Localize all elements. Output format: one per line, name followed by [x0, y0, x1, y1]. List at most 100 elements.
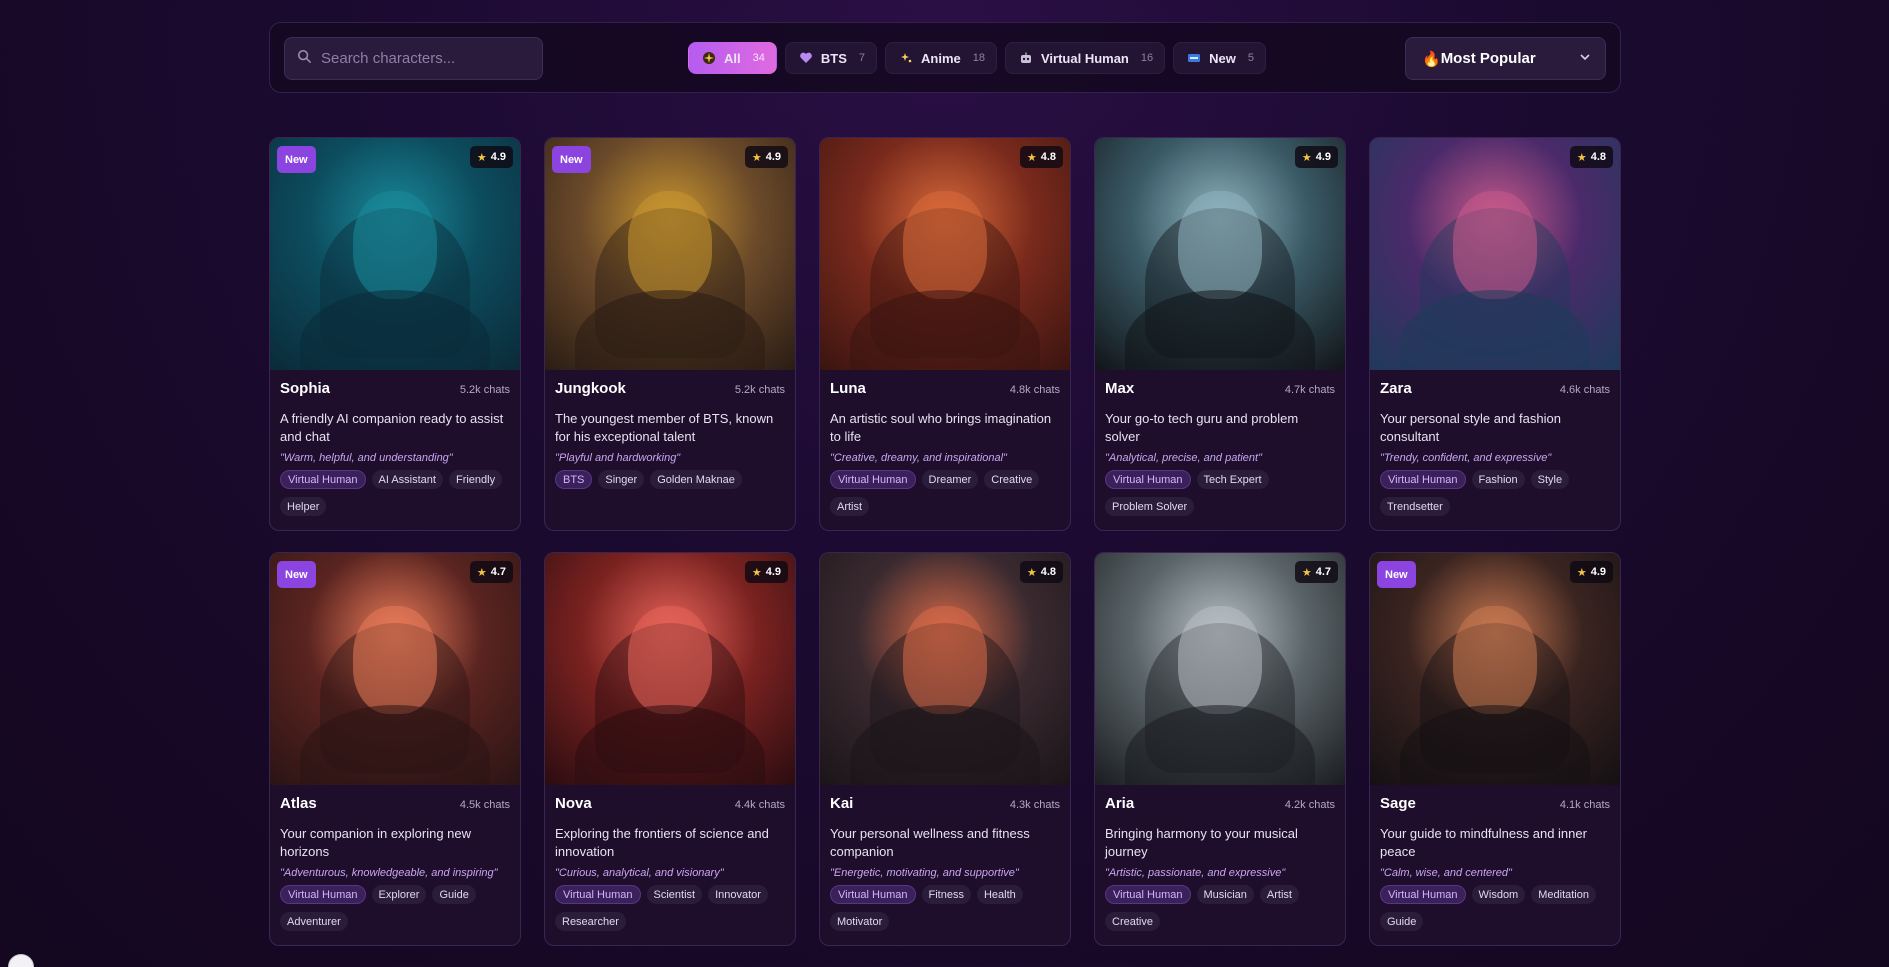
character-card-aria[interactable]: ★ 4.7 Aria 4.2k chats Bringing harmony to yo… — [1094, 552, 1346, 946]
sort-dropdown[interactable]: 🔥 Most Popular — [1405, 37, 1606, 80]
tag[interactable]: Virtual Human — [555, 885, 641, 904]
chat-count: 4.4k chats — [734, 799, 785, 811]
character-name: Sophia — [280, 380, 331, 397]
tag[interactable]: Tech Expert — [1196, 470, 1269, 489]
tag[interactable]: Creative — [984, 470, 1040, 489]
filter-chip-bts[interactable]: BTS 7 — [784, 42, 877, 74]
chat-count: 5.2k chats — [734, 384, 785, 396]
tag[interactable]: Virtual Human — [1380, 470, 1466, 489]
character-portrait: ★ 4.8 — [820, 553, 1070, 785]
star-icon: ★ — [751, 566, 762, 579]
tag[interactable]: Meditation — [1531, 885, 1596, 904]
character-card-atlas[interactable]: New ★ 4.7 Atlas 4.5k chats Your companion in … — [269, 552, 521, 946]
tag[interactable]: Golden Maknae — [650, 470, 742, 489]
tag[interactable]: Artist — [1259, 885, 1299, 904]
new-badge: New — [277, 561, 316, 588]
rating-value: 4.9 — [490, 151, 506, 163]
star-icon: ★ — [751, 151, 762, 164]
character-info: Sage 4.1k chats Your guide to mindfulness … — [1370, 785, 1620, 931]
character-portrait: New ★ 4.7 — [270, 553, 520, 785]
character-card-nova[interactable]: ★ 4.9 Nova 4.4k chats Exploring the frontier… — [544, 552, 796, 946]
chat-count: 5.2k chats — [459, 384, 510, 396]
tag[interactable]: Virtual Human — [830, 885, 916, 904]
character-traits: "Adventurous, knowledgeable, and inspiri… — [280, 867, 498, 879]
tag[interactable]: Wisdom — [1471, 885, 1526, 904]
character-description: Your personal wellness and fitness compa… — [830, 826, 1030, 859]
character-portrait: ★ 4.7 — [1095, 553, 1345, 785]
tag[interactable]: Scientist — [646, 885, 703, 904]
tag[interactable]: Virtual Human — [1105, 470, 1191, 489]
tag[interactable]: Virtual Human — [1105, 885, 1191, 904]
rating-badge: ★ 4.7 — [469, 561, 513, 583]
tag[interactable]: Virtual Human — [1380, 885, 1466, 904]
tag[interactable]: Musician — [1196, 885, 1254, 904]
rating-value: 4.8 — [1040, 566, 1056, 578]
search-input[interactable] — [321, 50, 531, 67]
filter-chip-count: 5 — [1247, 52, 1254, 64]
tag[interactable]: Creative — [1105, 912, 1160, 931]
tag[interactable]: Guide — [432, 885, 476, 904]
rating-badge: ★ 4.9 — [744, 561, 788, 583]
tag[interactable]: Motivator — [830, 912, 890, 931]
new-badge: New — [552, 146, 591, 173]
character-info: Aria 4.2k chats Bringing harmony to your m… — [1095, 785, 1345, 931]
character-description: Your companion in exploring new horizons — [280, 826, 472, 859]
filter-chip-new[interactable]: New 5 — [1173, 42, 1266, 74]
tag[interactable]: AI Assistant — [371, 470, 443, 489]
tag[interactable]: Guide — [1380, 912, 1424, 931]
tag-list: Virtual Human Wisdom Meditation Guide — [1380, 885, 1610, 931]
character-traits: "Creative, dreamy, and inspirational" — [830, 452, 1007, 464]
tag[interactable]: Singer — [598, 470, 645, 489]
character-card-sophia[interactable]: New ★ 4.9 Sophia 5.2k chats A friendly AI com… — [269, 137, 521, 531]
star-icon: ★ — [1026, 566, 1037, 579]
character-info: Kai 4.3k chats Your personal wellness and … — [820, 785, 1070, 931]
tag[interactable]: Artist — [830, 497, 870, 516]
tag[interactable]: Fashion — [1471, 470, 1525, 489]
filter-chip-label: New — [1209, 50, 1236, 66]
tag[interactable]: Health — [976, 885, 1023, 904]
tag[interactable]: Virtual Human — [830, 470, 916, 489]
character-description: A friendly AI companion ready to assist … — [280, 411, 504, 444]
search-box[interactable] — [284, 37, 543, 80]
character-card-max[interactable]: ★ 4.9 Max 4.7k chats Your go-to tech guru an… — [1094, 137, 1346, 531]
character-portrait: ★ 4.9 — [1095, 138, 1345, 370]
character-name: Sage — [1380, 795, 1416, 812]
character-name: Nova — [555, 795, 592, 812]
tag[interactable]: Problem Solver — [1105, 497, 1195, 516]
character-traits: "Curious, analytical, and visionary" — [555, 867, 724, 879]
tag[interactable]: Style — [1530, 470, 1570, 489]
tag[interactable]: Researcher — [555, 912, 626, 931]
tag[interactable]: Trendsetter — [1380, 497, 1450, 516]
chat-count: 4.7k chats — [1284, 384, 1335, 396]
tag[interactable]: BTS — [555, 470, 593, 489]
tag[interactable]: Adventurer — [280, 912, 348, 931]
tag[interactable]: Explorer — [371, 885, 427, 904]
character-card-sage[interactable]: New ★ 4.9 Sage 4.1k chats Your guide to mindf… — [1369, 552, 1621, 946]
star-icon: ★ — [1026, 151, 1037, 164]
tag[interactable]: Virtual Human — [280, 885, 366, 904]
tag[interactable]: Friendly — [448, 470, 503, 489]
character-name: Zara — [1380, 380, 1412, 397]
character-card-kai[interactable]: ★ 4.8 Kai 4.3k chats Your personal wellness … — [819, 552, 1071, 946]
character-card-jungkook[interactable]: New ★ 4.9 Jungkook 5.2k chats The youngest me… — [544, 137, 796, 531]
tag[interactable]: Virtual Human — [280, 470, 366, 489]
tag[interactable]: Dreamer — [921, 470, 979, 489]
filter-chip-count: 7 — [858, 52, 865, 64]
rating-badge: ★ 4.8 — [1019, 146, 1063, 168]
rating-value: 4.9 — [1590, 566, 1606, 578]
rating-value: 4.7 — [490, 566, 506, 578]
character-card-zara[interactable]: ★ 4.8 Zara 4.6k chats Your personal style an… — [1369, 137, 1621, 531]
character-description: Your guide to mindfulness and inner peac… — [1380, 826, 1587, 859]
fire-icon: 🔥 — [1422, 50, 1441, 68]
tag[interactable]: Helper — [280, 497, 327, 516]
rating-value: 4.7 — [1315, 566, 1331, 578]
tag[interactable]: Fitness — [921, 885, 971, 904]
tag[interactable]: Innovator — [708, 885, 768, 904]
corner-widget-button[interactable] — [8, 954, 34, 967]
filter-chip-anime[interactable]: Anime 18 — [885, 42, 997, 74]
heart-icon — [799, 51, 813, 65]
filter-chip-all[interactable]: All 34 — [688, 42, 777, 74]
filter-chip-virtual-human[interactable]: Virtual Human 16 — [1004, 42, 1166, 74]
character-card-luna[interactable]: ★ 4.8 Luna 4.8k chats An artistic soul who b… — [819, 137, 1071, 531]
character-description: Exploring the frontiers of science and i… — [555, 826, 769, 859]
